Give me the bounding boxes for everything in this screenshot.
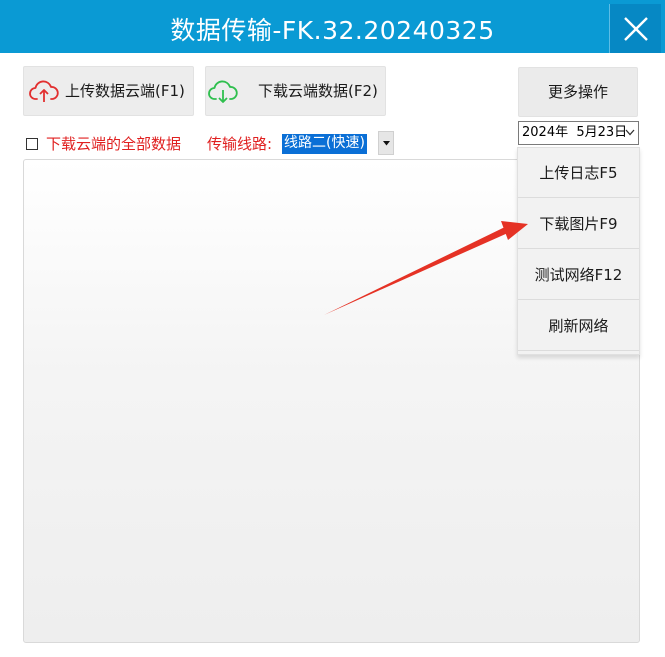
- menu-item-download-images[interactable]: 下载图片F9: [518, 199, 639, 249]
- menu-item-test-network[interactable]: 测试网络F12: [518, 250, 639, 300]
- close-button[interactable]: [609, 4, 661, 53]
- cloud-upload-icon: [29, 80, 59, 102]
- cloud-download-icon: [208, 80, 238, 103]
- more-actions-menu: 上传日志F5 下载图片F9 测试网络F12 刷新网络: [517, 147, 640, 355]
- chevron-down-icon: [625, 129, 635, 136]
- title-bar: 数据传输-FK.32.20240325: [0, 0, 665, 53]
- menu-item-upload-log[interactable]: 上传日志F5: [518, 148, 639, 198]
- route-dropdown-button[interactable]: [378, 131, 394, 155]
- upload-data-button[interactable]: 上传数据云端(F1): [23, 66, 194, 116]
- date-picker[interactable]: 2024年 5月23日: [518, 121, 639, 145]
- route-select[interactable]: 线路二(快速): [282, 134, 367, 154]
- caret-down-icon: [383, 141, 390, 146]
- date-value: 2024年 5月23日: [522, 125, 628, 140]
- close-icon: [624, 17, 648, 41]
- window-title: 数据传输-FK.32.20240325: [170, 16, 495, 45]
- route-label: 传输线路:: [207, 135, 273, 153]
- menu-item-refresh-network[interactable]: 刷新网络: [518, 301, 639, 351]
- download-data-button[interactable]: 下载云端数据(F2): [205, 66, 386, 116]
- download-data-label: 下载云端数据(F2): [258, 82, 378, 100]
- more-actions-button[interactable]: 更多操作: [518, 67, 638, 117]
- download-all-label[interactable]: 下载云端的全部数据: [46, 133, 181, 154]
- upload-data-label: 上传数据云端(F1): [65, 82, 185, 100]
- download-all-checkbox[interactable]: [26, 138, 38, 150]
